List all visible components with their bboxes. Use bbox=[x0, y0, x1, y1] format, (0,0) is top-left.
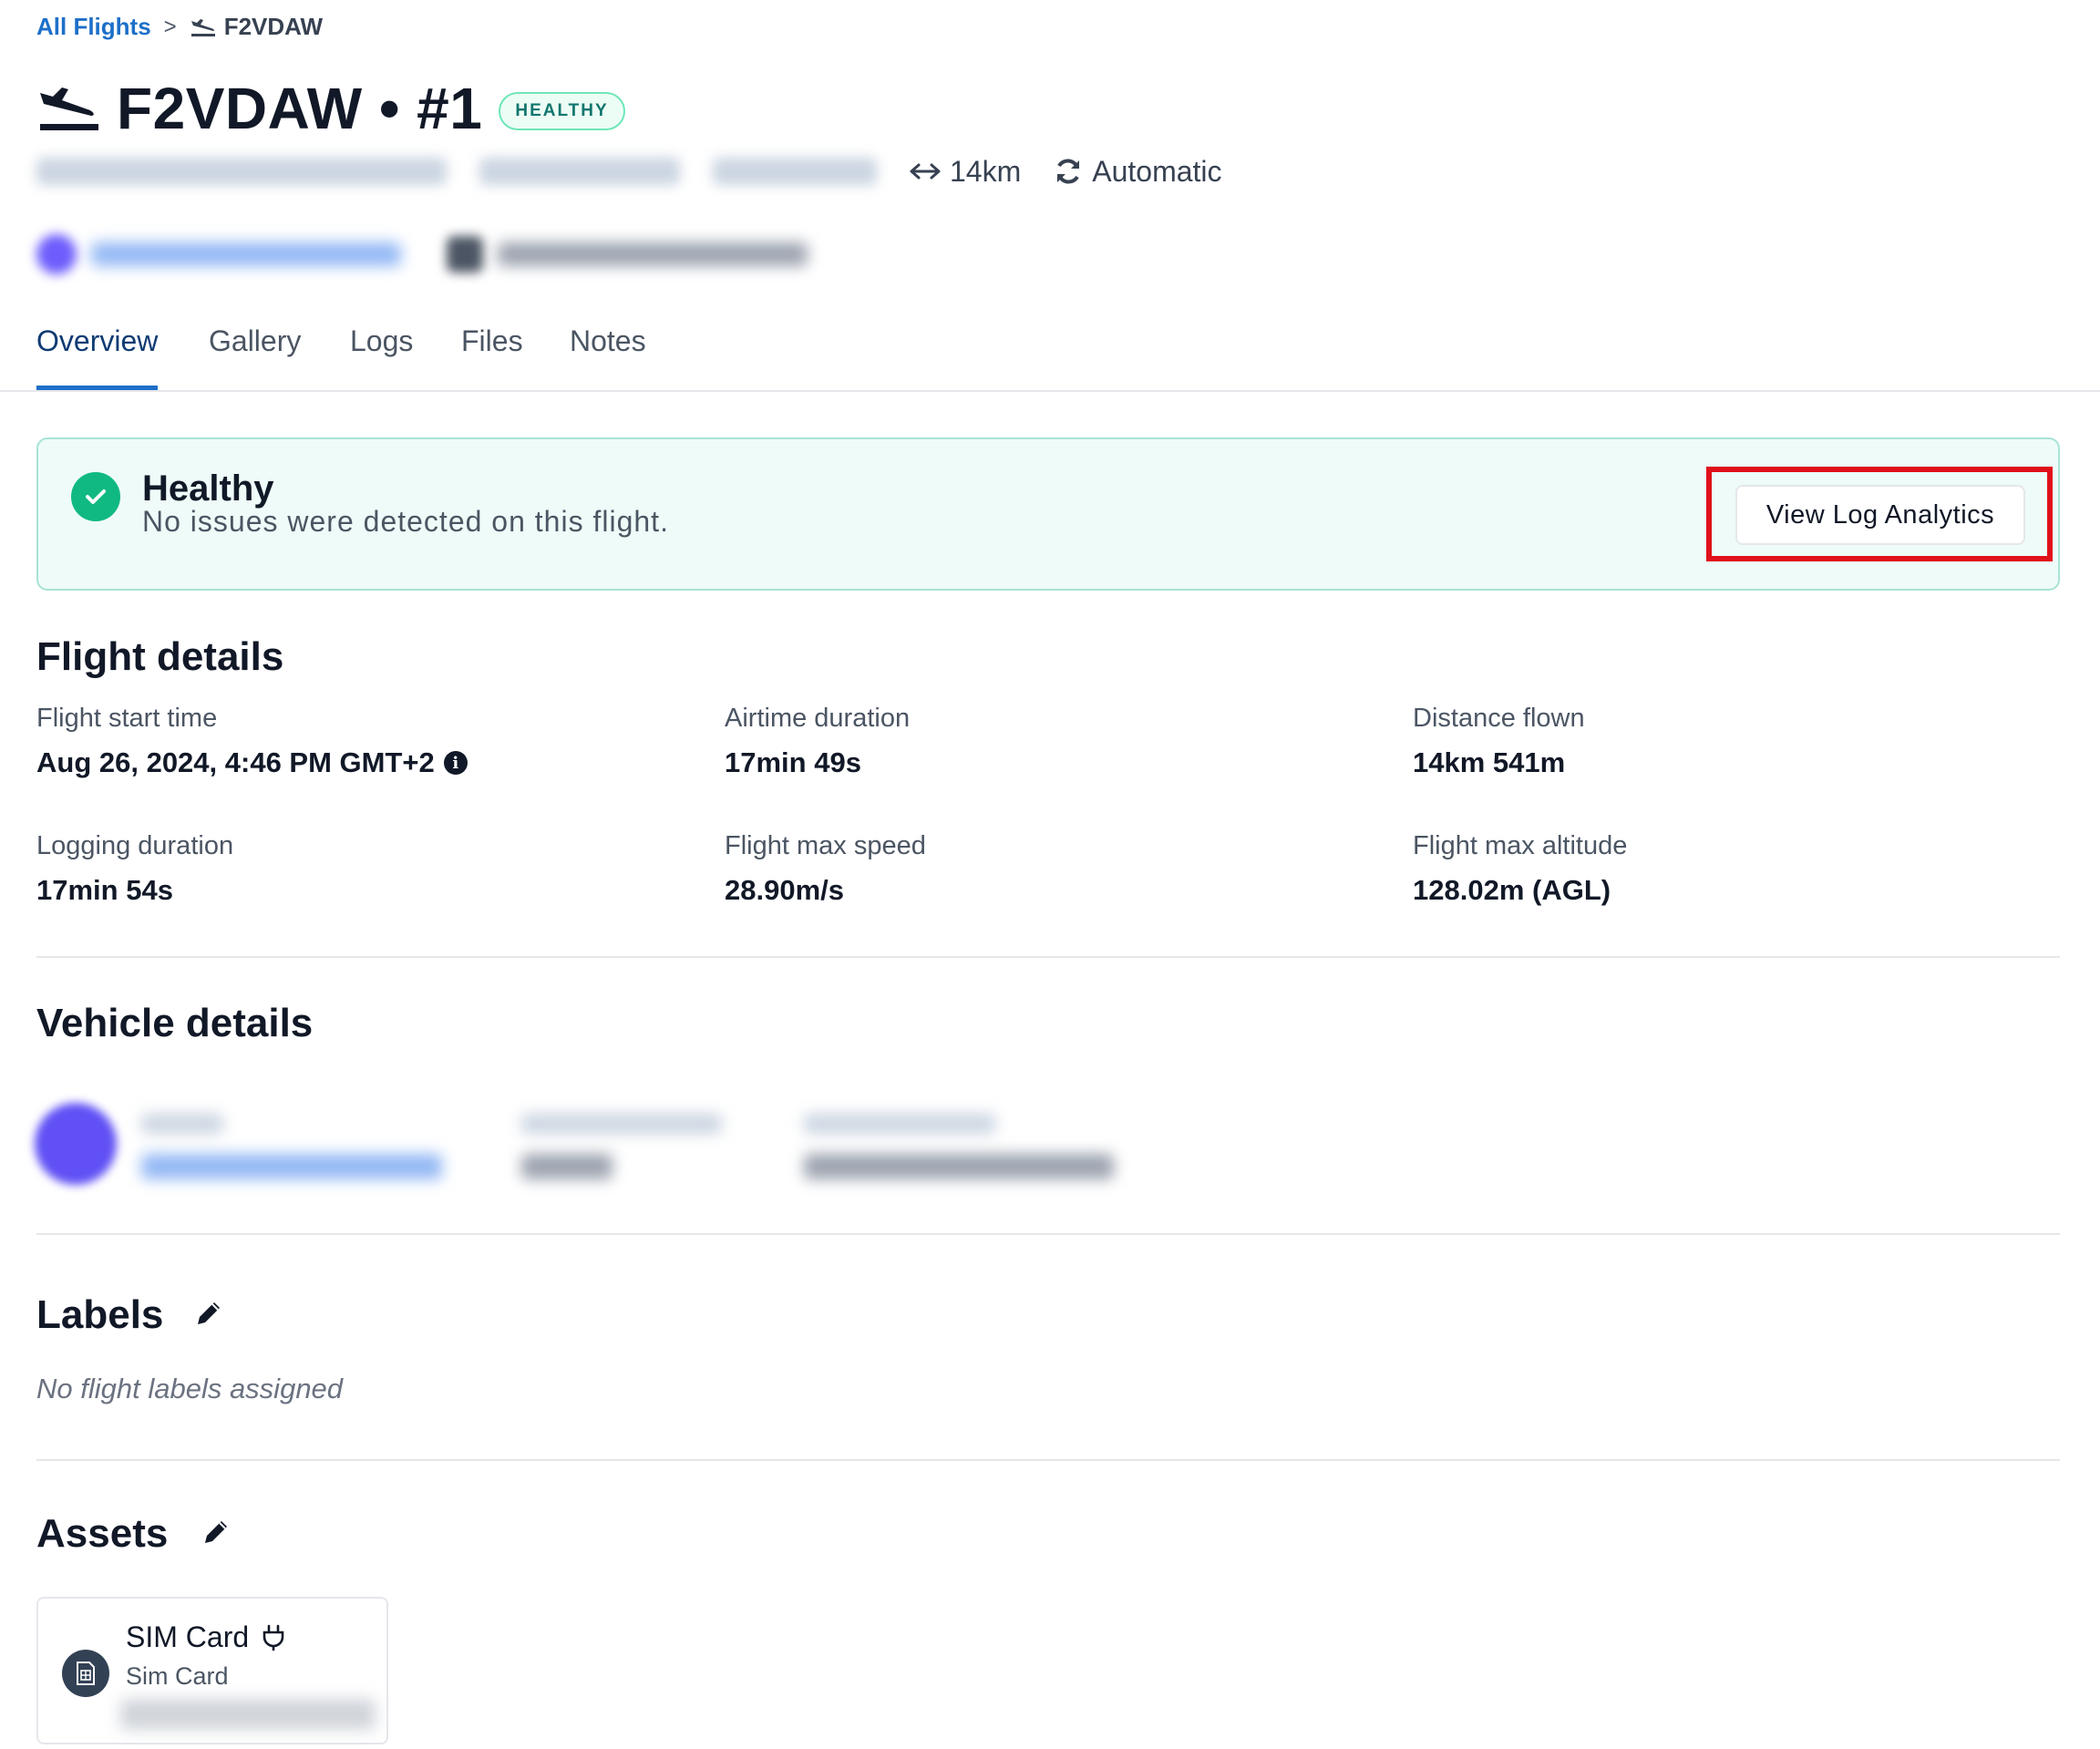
shared-with-redacted bbox=[498, 242, 808, 266]
detail-value: 14km 541m bbox=[1413, 746, 1566, 778]
vehicle-redacted-name[interactable] bbox=[141, 1114, 442, 1179]
shared-with-row bbox=[447, 236, 808, 273]
divider bbox=[36, 956, 2060, 958]
detail-value: 17min 54s bbox=[36, 874, 173, 906]
breadcrumb-current-label: F2VDAW bbox=[223, 13, 324, 40]
vehicle-details-title: Vehicle details bbox=[36, 1001, 314, 1045]
detail-value: 17min 49s bbox=[725, 746, 861, 778]
tab-overview[interactable]: Overview bbox=[36, 324, 159, 390]
meta-redacted-date bbox=[36, 158, 447, 185]
sim-card-icon bbox=[62, 1650, 109, 1697]
vehicle-redacted-controller bbox=[804, 1114, 1114, 1179]
arrows-horizontal-icon bbox=[910, 163, 941, 180]
detail-value-wrap: Aug 26, 2024, 4:46 PM GMT+2 i bbox=[36, 746, 468, 779]
detail-label: Logging duration bbox=[36, 831, 234, 860]
avatar bbox=[36, 234, 77, 274]
assets-title: Assets bbox=[36, 1511, 169, 1556]
meta-sync: Automatic bbox=[1054, 154, 1222, 189]
detail-logging-duration: Logging duration 17min 54s bbox=[36, 831, 233, 907]
detail-value: Aug 26, 2024, 4:46 PM GMT+2 bbox=[36, 746, 435, 778]
asset-redacted-id bbox=[120, 1699, 376, 1730]
detail-value: 128.02m (AGL) bbox=[1413, 874, 1611, 906]
meta-redacted-duration bbox=[479, 158, 680, 185]
asset-type: Sim Card bbox=[126, 1662, 229, 1690]
plug-icon bbox=[262, 1624, 284, 1651]
labels-empty-note: No flight labels assigned bbox=[36, 1373, 344, 1404]
tab-logs[interactable]: Logs bbox=[350, 324, 413, 390]
avatar bbox=[35, 1103, 117, 1185]
meta-sync-value: Automatic bbox=[1092, 154, 1222, 188]
breadcrumb: All Flights > F2VDAW bbox=[36, 13, 323, 41]
tab-bar: Overview Gallery Logs Files Notes bbox=[0, 317, 2100, 392]
page-header: F2VDAW • #1 HEALTHY bbox=[36, 75, 625, 142]
page-title: F2VDAW • #1 bbox=[117, 76, 483, 141]
asset-name: SIM Card bbox=[126, 1620, 250, 1653]
detail-label: Flight max altitude bbox=[1413, 831, 1628, 860]
pencil-icon[interactable] bbox=[201, 1517, 232, 1548]
meta-distance-value: 14km bbox=[950, 154, 1022, 188]
flight-owner-row bbox=[36, 231, 808, 277]
detail-value: 28.90m/s bbox=[725, 874, 844, 906]
divider bbox=[36, 1233, 2060, 1235]
check-icon bbox=[71, 472, 120, 521]
detail-flight-max-altitude: Flight max altitude 128.02m (AGL) bbox=[1413, 831, 1627, 907]
breadcrumb-all-flights-link[interactable]: All Flights bbox=[36, 13, 151, 41]
health-title: Healthy bbox=[142, 468, 274, 509]
flight-details-title: Flight details bbox=[36, 634, 284, 679]
detail-label: Flight start time bbox=[36, 704, 218, 733]
flight-meta: 14km Automatic bbox=[36, 151, 1222, 191]
pencil-icon[interactable] bbox=[193, 1298, 224, 1329]
plane-landing-icon bbox=[40, 87, 98, 130]
vehicle-link-redacted bbox=[91, 242, 401, 266]
vehicle-link[interactable] bbox=[36, 234, 401, 274]
tab-gallery[interactable]: Gallery bbox=[209, 324, 301, 390]
detail-airtime-duration: Airtime duration 17min 49s bbox=[725, 704, 910, 779]
detail-flight-start-time: Flight start time Aug 26, 2024, 4:46 PM … bbox=[36, 704, 468, 779]
info-icon[interactable]: i bbox=[443, 751, 468, 775]
detail-label: Flight max speed bbox=[725, 831, 926, 860]
meta-distance: 14km bbox=[910, 155, 1021, 189]
detail-label: Distance flown bbox=[1413, 704, 1585, 733]
detail-flight-max-speed: Flight max speed 28.90m/s bbox=[725, 831, 926, 907]
breadcrumb-current: F2VDAW bbox=[190, 13, 323, 41]
sync-icon bbox=[1057, 159, 1080, 184]
plane-landing-icon bbox=[190, 18, 215, 36]
tab-files[interactable]: Files bbox=[461, 324, 523, 390]
status-badge: HEALTHY bbox=[499, 92, 625, 130]
detail-label: Airtime duration bbox=[725, 704, 911, 733]
detail-distance-flown: Distance flown 14km 541m bbox=[1413, 704, 1585, 779]
breadcrumb-separator: > bbox=[163, 14, 177, 39]
health-message: No issues were detected on this flight. bbox=[142, 505, 669, 538]
asset-title-row: SIM Card bbox=[126, 1620, 285, 1654]
vehicle-redacted-software bbox=[521, 1114, 722, 1179]
labels-title: Labels bbox=[36, 1292, 164, 1337]
share-icon bbox=[447, 236, 483, 273]
asset-card[interactable]: SIM Card Sim Card bbox=[36, 1597, 388, 1744]
view-log-analytics-button[interactable]: View Log Analytics bbox=[1735, 485, 2025, 545]
divider bbox=[36, 1459, 2060, 1461]
tab-notes[interactable]: Notes bbox=[570, 324, 646, 390]
meta-redacted-pilot bbox=[713, 158, 877, 185]
